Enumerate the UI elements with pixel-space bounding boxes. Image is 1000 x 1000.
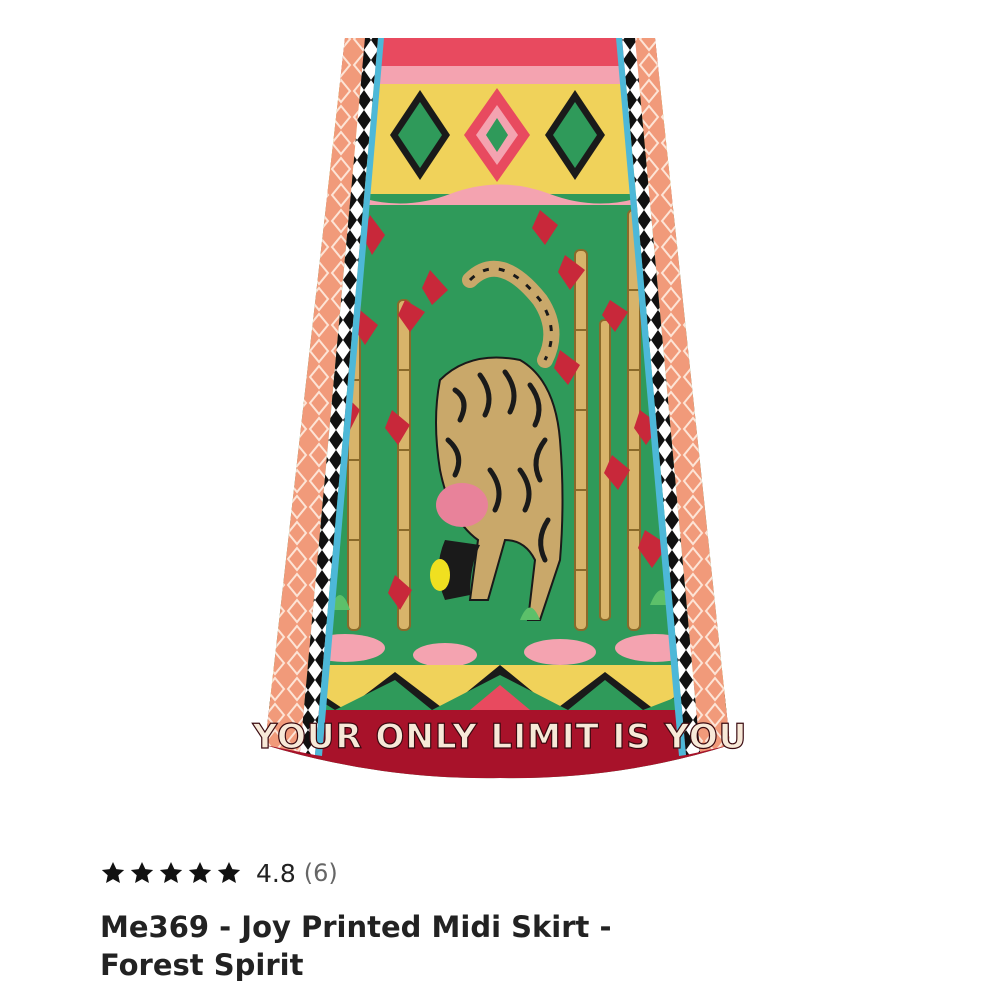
skirt-illustration: YOUR ONLY LIMIT IS YOU xyxy=(251,38,748,779)
star-icon xyxy=(101,861,125,883)
review-count[interactable]: (6) xyxy=(304,859,338,887)
star-icon xyxy=(159,861,183,883)
product-title: Me369 - Joy Printed Midi Skirt - Forest … xyxy=(100,910,612,982)
star-icon xyxy=(130,861,154,883)
product-image[interactable]: YOUR ONLY LIMIT IS YOU xyxy=(0,0,1000,830)
rating-stars xyxy=(100,860,242,886)
rating-value: 4.8 xyxy=(256,858,296,888)
star-icon xyxy=(188,861,212,883)
rating-row[interactable]: 4.8 (6) xyxy=(100,855,338,891)
print-slogan: YOUR ONLY LIMIT IS YOU xyxy=(252,717,748,757)
star-icon xyxy=(217,861,241,883)
